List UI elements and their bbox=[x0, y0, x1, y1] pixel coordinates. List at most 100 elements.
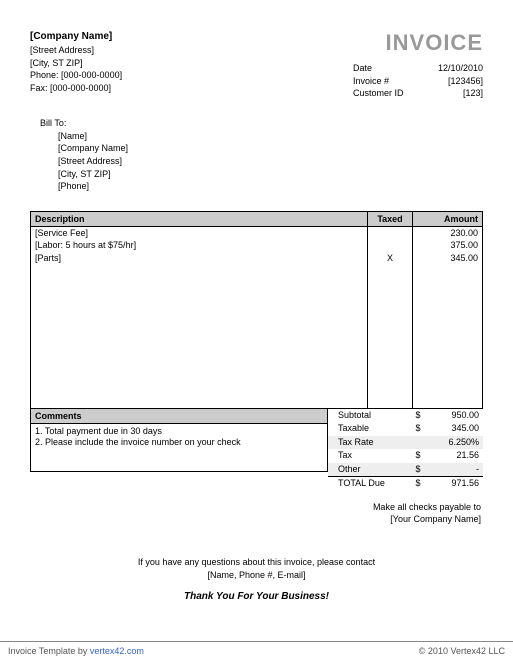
table-row bbox=[31, 330, 483, 343]
footer-left: Invoice Template by vertex42.com bbox=[8, 646, 144, 656]
invoice-block: INVOICE Date 12/10/2010 Invoice # [12345… bbox=[353, 30, 483, 100]
cell-amount bbox=[413, 317, 483, 330]
footer-link[interactable]: vertex42.com bbox=[90, 646, 144, 656]
cell-amount: 230.00 bbox=[413, 226, 483, 239]
cell-description bbox=[31, 395, 368, 408]
taxrate-value: 6.250% bbox=[424, 436, 479, 450]
cell-description bbox=[31, 278, 368, 291]
bill-to-phone: [Phone] bbox=[58, 180, 483, 193]
contact-line-1: If you have any questions about this inv… bbox=[30, 556, 483, 569]
taxable-label: Taxable bbox=[332, 422, 412, 436]
header-description: Description bbox=[31, 211, 368, 226]
footer-right: © 2010 Vertex42 LLC bbox=[419, 646, 505, 656]
tax-value: 21.56 bbox=[424, 449, 479, 463]
currency: $ bbox=[412, 463, 424, 477]
cell-taxed bbox=[368, 382, 413, 395]
cell-taxed bbox=[368, 278, 413, 291]
date-label: Date bbox=[353, 62, 413, 75]
bill-to-company: [Company Name] bbox=[58, 142, 483, 155]
cell-description bbox=[31, 382, 368, 395]
bill-to-block: Bill To: [Name] [Company Name] [Street A… bbox=[40, 118, 483, 193]
items-table: Description Taxed Amount [Service Fee] 23… bbox=[30, 211, 483, 409]
table-row bbox=[31, 356, 483, 369]
taxrate-label: Tax Rate bbox=[332, 436, 412, 450]
cell-taxed bbox=[368, 343, 413, 356]
cell-description: [Labor: 5 hours at $75/hr] bbox=[31, 239, 368, 252]
company-phone: Phone: [000-000-0000] bbox=[30, 69, 122, 82]
table-row bbox=[31, 291, 483, 304]
cell-description bbox=[31, 317, 368, 330]
cell-taxed bbox=[368, 356, 413, 369]
contact-line-2: [Name, Phone #, E-mail] bbox=[30, 569, 483, 582]
payable-line-2: [Your Company Name] bbox=[30, 513, 481, 526]
cell-description bbox=[31, 330, 368, 343]
subtotal-value: 950.00 bbox=[424, 409, 479, 423]
cell-description bbox=[31, 356, 368, 369]
cell-description bbox=[31, 291, 368, 304]
comment-line-1: 1. Total payment due in 30 days bbox=[35, 426, 323, 438]
header-amount: Amount bbox=[413, 211, 483, 226]
bill-to-city: [City, ST ZIP] bbox=[58, 168, 483, 181]
invoice-number-label: Invoice # bbox=[353, 75, 413, 88]
table-row bbox=[31, 369, 483, 382]
bill-to-name: [Name] bbox=[58, 130, 483, 143]
totaldue-value: 971.56 bbox=[424, 477, 479, 491]
cell-taxed: X bbox=[368, 252, 413, 265]
table-row bbox=[31, 278, 483, 291]
company-street: [Street Address] bbox=[30, 44, 122, 57]
cell-taxed bbox=[368, 369, 413, 382]
cell-description: [Parts] bbox=[31, 252, 368, 265]
company-block: [Company Name] [Street Address] [City, S… bbox=[30, 30, 122, 100]
currency: $ bbox=[412, 422, 424, 436]
cell-taxed bbox=[368, 265, 413, 278]
comments-header: Comments bbox=[30, 409, 328, 424]
invoice-number-value: [123456] bbox=[423, 75, 483, 88]
bill-to-street: [Street Address] bbox=[58, 155, 483, 168]
cell-amount bbox=[413, 356, 483, 369]
bill-to-title: Bill To: bbox=[40, 118, 483, 128]
cell-taxed bbox=[368, 239, 413, 252]
subtotal-label: Subtotal bbox=[332, 409, 412, 423]
thanks-text: Thank You For Your Business! bbox=[30, 591, 483, 602]
footer: Invoice Template by vertex42.com © 2010 … bbox=[0, 641, 513, 660]
currency: $ bbox=[412, 477, 424, 491]
cell-taxed bbox=[368, 317, 413, 330]
customer-id-label: Customer ID bbox=[353, 87, 413, 100]
company-city: [City, ST ZIP] bbox=[30, 57, 122, 70]
table-row: [Parts]X345.00 bbox=[31, 252, 483, 265]
header-taxed: Taxed bbox=[368, 211, 413, 226]
date-value: 12/10/2010 bbox=[423, 62, 483, 75]
cell-amount bbox=[413, 278, 483, 291]
currency: $ bbox=[412, 449, 424, 463]
table-row bbox=[31, 317, 483, 330]
table-row bbox=[31, 395, 483, 408]
company-name: [Company Name] bbox=[30, 30, 122, 44]
cell-description bbox=[31, 304, 368, 317]
table-row: [Labor: 5 hours at $75/hr]375.00 bbox=[31, 239, 483, 252]
table-row bbox=[31, 382, 483, 395]
cell-description: [Service Fee] bbox=[31, 226, 368, 239]
table-row: [Service Fee] 230.00 bbox=[31, 226, 483, 239]
company-fax: Fax: [000-000-0000] bbox=[30, 82, 122, 95]
cell-amount bbox=[413, 382, 483, 395]
payable-line-1: Make all checks payable to bbox=[30, 501, 481, 514]
table-row bbox=[31, 304, 483, 317]
cell-amount bbox=[413, 343, 483, 356]
cell-amount bbox=[413, 395, 483, 408]
table-row bbox=[31, 343, 483, 356]
payable-block: Make all checks payable to [Your Company… bbox=[30, 501, 481, 526]
cell-description bbox=[31, 369, 368, 382]
other-value: - bbox=[424, 463, 479, 477]
cell-taxed bbox=[368, 226, 413, 239]
cell-taxed bbox=[368, 304, 413, 317]
cell-description bbox=[31, 265, 368, 278]
cell-amount bbox=[413, 265, 483, 278]
cell-amount bbox=[413, 369, 483, 382]
totals-block: Subtotal $ 950.00 Taxable $ 345.00 Tax R… bbox=[328, 409, 483, 491]
cell-amount bbox=[413, 330, 483, 343]
comments-block: Comments 1. Total payment due in 30 days… bbox=[30, 409, 328, 491]
totaldue-label: TOTAL Due bbox=[332, 477, 412, 491]
comment-line-2: 2. Please include the invoice number on … bbox=[35, 437, 323, 449]
cell-taxed bbox=[368, 330, 413, 343]
cell-taxed bbox=[368, 395, 413, 408]
